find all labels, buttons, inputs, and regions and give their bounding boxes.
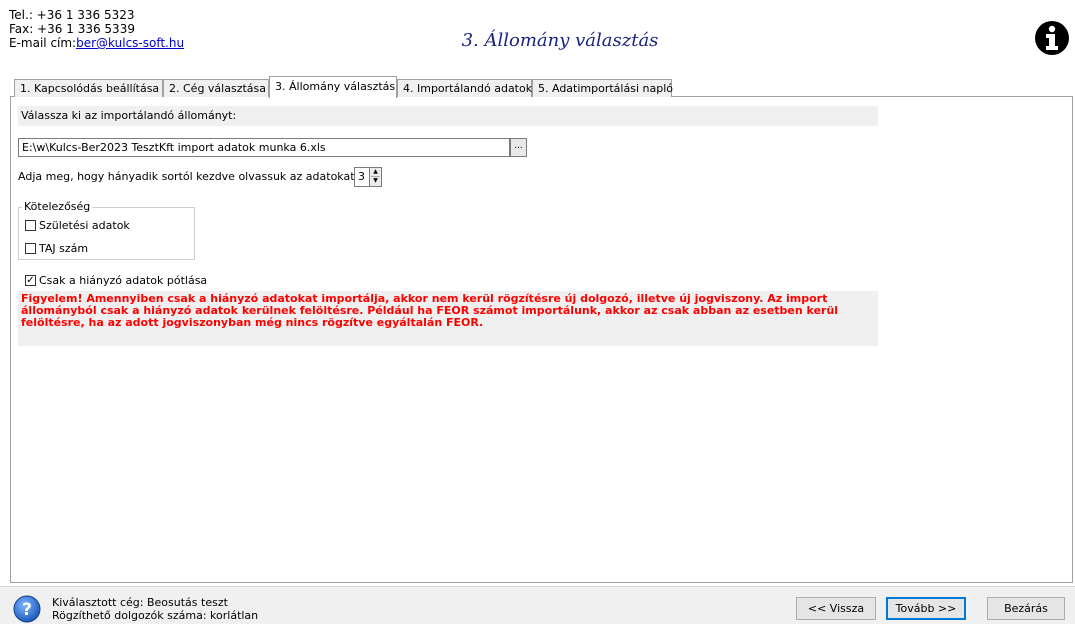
- tab-import-data[interactable]: 4. Importálandó adatok: [397, 79, 532, 97]
- tab-import-log[interactable]: 5. Adatimportálási napló: [532, 79, 673, 97]
- status-text: Kiválasztott cég: Beosutás teszt Rögzíth…: [52, 596, 258, 622]
- selected-company-text: Kiválasztott cég: Beosutás teszt: [52, 596, 228, 609]
- fax-text: Fax: +36 1 336 5339: [9, 22, 135, 36]
- start-row-spinner[interactable]: 3 ▲ ▼: [354, 167, 382, 187]
- email-row: E-mail cím:ber@kulcs-soft.hu: [9, 36, 184, 50]
- header: Tel.: +36 1 336 5323 Fax: +36 1 336 5339…: [0, 0, 1075, 72]
- birth-data-checkbox-row[interactable]: Születési adatok: [25, 218, 130, 234]
- select-file-label: Válassza ki az importálandó állományt:: [18, 106, 878, 126]
- phone-text: Tel.: +36 1 336 5323: [9, 8, 135, 22]
- email-label: E-mail cím:: [9, 36, 77, 50]
- birth-data-label: Születési adatok: [39, 219, 130, 232]
- svg-text:?: ?: [22, 600, 32, 620]
- warning-message: Figyelem! Amennyiben csak a hiányzó adat…: [18, 291, 878, 346]
- start-row-value: 3: [358, 170, 365, 183]
- next-button[interactable]: Tovább >>: [886, 597, 966, 620]
- spinner-buttons: ▲ ▼: [369, 168, 381, 186]
- missing-only-label: Csak a hiányzó adatok pótlása: [39, 274, 208, 287]
- contact-info: Tel.: +36 1 336 5323 Fax: +36 1 336 5339…: [9, 8, 184, 50]
- start-row-label: Adja meg, hogy hányadik sortól kezdve ol…: [18, 170, 359, 183]
- page-title: 3. Állomány választás: [461, 30, 659, 51]
- taj-checkbox[interactable]: [25, 242, 36, 254]
- back-button[interactable]: << Vissza: [796, 597, 876, 620]
- tab-file-select[interactable]: 3. Állomány választás: [269, 76, 397, 98]
- taj-checkbox-row[interactable]: TAJ szám: [25, 241, 88, 257]
- info-icon: [1035, 21, 1069, 55]
- employees-count-text: Rögzíthető dolgozók száma: korlátlan: [52, 609, 259, 622]
- close-button[interactable]: Bezárás: [987, 597, 1065, 620]
- missing-only-checkbox[interactable]: ✓: [25, 274, 36, 286]
- taj-label: TAJ szám: [39, 242, 89, 255]
- browse-button[interactable]: ...: [510, 138, 527, 157]
- file-path-input[interactable]: E:\w\Kulcs-Ber2023 TesztKft import adato…: [18, 138, 510, 157]
- tab-company-select[interactable]: 2. Cég választása: [163, 79, 269, 97]
- missing-only-checkbox-row[interactable]: ✓ Csak a hiányzó adatok pótlása: [25, 273, 207, 289]
- group-title: Kötelezőség: [22, 199, 93, 215]
- birth-data-checkbox[interactable]: [25, 219, 36, 231]
- help-icon[interactable]: ?: [12, 594, 42, 624]
- email-link[interactable]: ber@kulcs-soft.hu: [76, 36, 184, 50]
- spin-up-icon[interactable]: ▲: [371, 168, 380, 177]
- spin-down-icon[interactable]: ▼: [371, 177, 380, 185]
- tab-connection-settings[interactable]: 1. Kapcsolódás beállítása: [14, 79, 163, 97]
